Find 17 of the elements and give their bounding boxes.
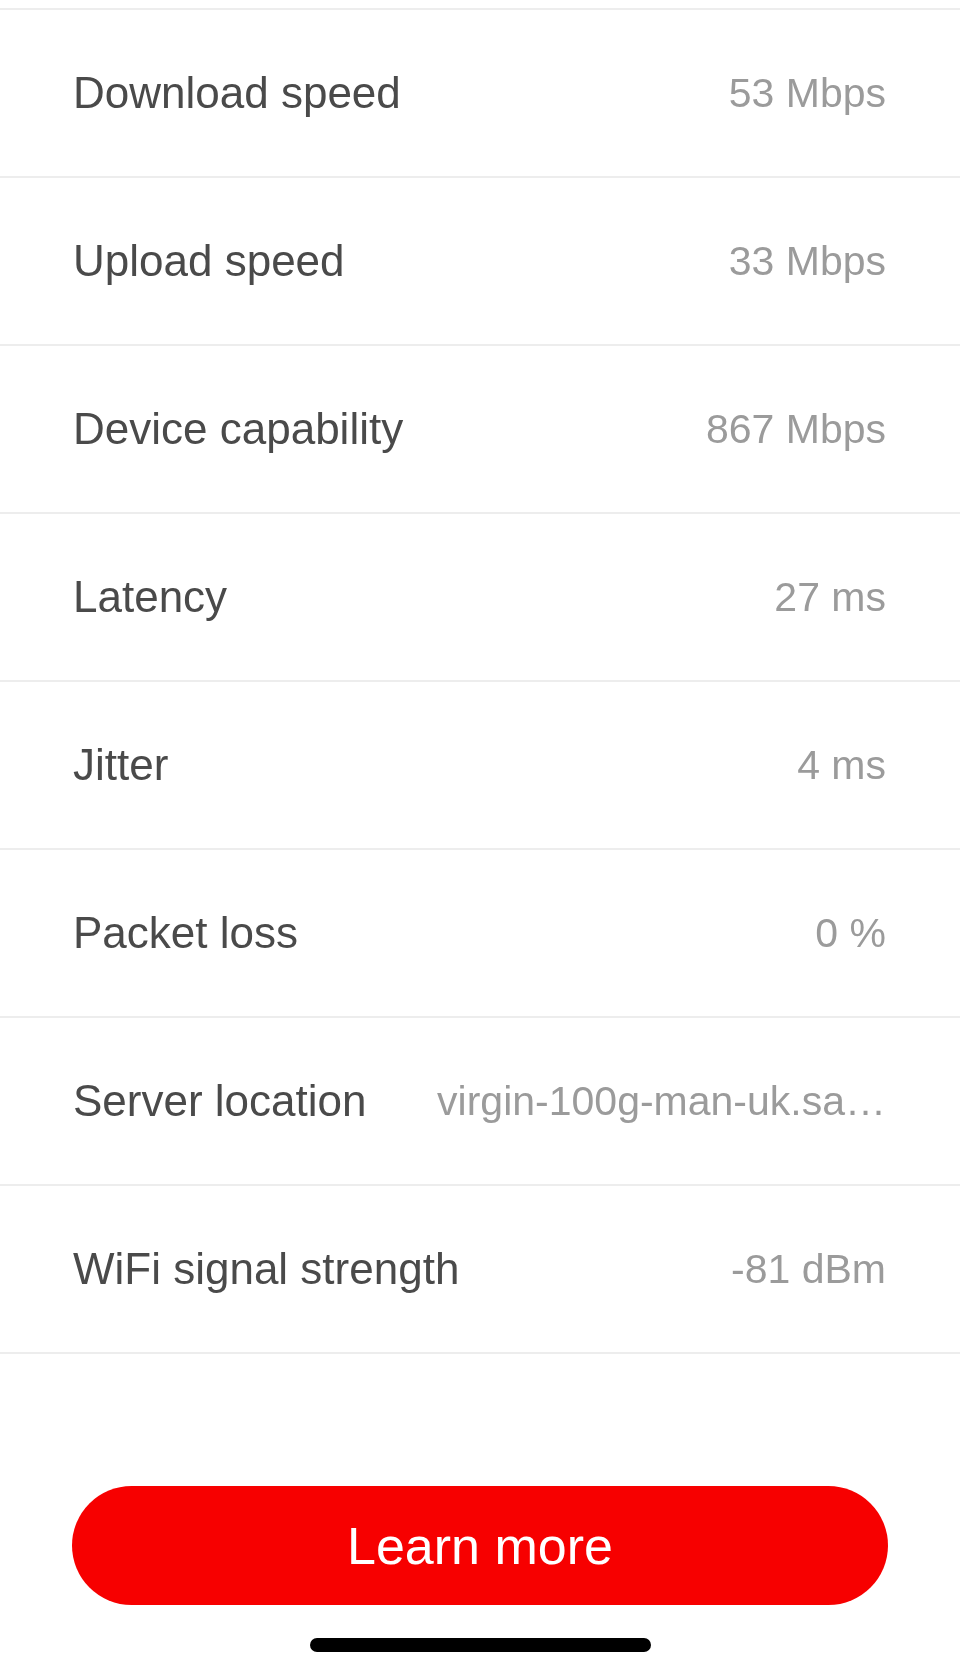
row-label: Upload speed: [73, 235, 345, 287]
row-value: virgin-100g-man-uk.sa…: [437, 1076, 886, 1126]
row-label: Device capability: [73, 403, 404, 455]
row-label: WiFi signal strength: [73, 1243, 460, 1295]
row-label: Packet loss: [73, 907, 298, 959]
row-value: 53 Mbps: [728, 68, 886, 118]
row-value: 27 ms: [774, 572, 886, 622]
row-label: Server location: [73, 1075, 367, 1127]
row-value: 0 %: [815, 908, 886, 958]
row-value: -81 dBm: [731, 1244, 886, 1294]
learn-more-button[interactable]: Learn more: [72, 1486, 888, 1605]
row-value: 33 Mbps: [728, 236, 886, 286]
row-value: 4 ms: [797, 740, 886, 790]
row-value: 867 Mbps: [705, 404, 886, 454]
row-label: Download speed: [73, 67, 401, 119]
row-label: Jitter: [73, 739, 169, 791]
row-label: Latency: [73, 571, 228, 623]
